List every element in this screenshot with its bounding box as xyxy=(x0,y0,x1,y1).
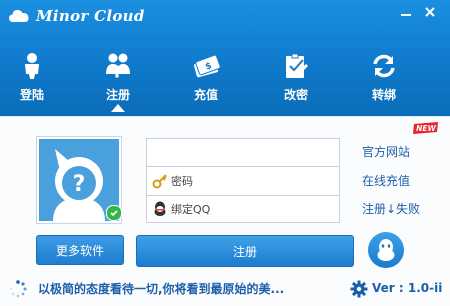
close-icon xyxy=(425,7,435,17)
header: Minor Cloud 登陆 注册 $ 充值 改密 转绑 xyxy=(0,0,450,116)
nav-label: 转绑 xyxy=(371,88,396,102)
register-fail-link[interactable]: 注册↓失败 xyxy=(362,200,420,217)
cloud-logo-icon xyxy=(9,10,29,22)
official-site-link[interactable]: 官方网站 xyxy=(362,143,410,160)
main-nav: 登陆 注册 $ 充值 改密 转绑 xyxy=(0,52,450,108)
qq-penguin-icon xyxy=(151,200,169,218)
nav-item-rebind[interactable]: 转绑 xyxy=(354,52,414,108)
more-software-button[interactable]: 更多软件 xyxy=(36,235,124,265)
qq-login-button[interactable] xyxy=(368,232,404,268)
change-password-icon xyxy=(281,52,311,80)
footer-slogan: 以极简的态度看待一切,你将看到最原始的美... xyxy=(38,282,285,296)
qq-penguin-icon xyxy=(377,239,395,261)
username-field[interactable] xyxy=(146,138,340,167)
nav-item-recharge[interactable]: $ 充值 xyxy=(176,52,236,108)
username-input[interactable] xyxy=(147,145,339,160)
nav-item-login[interactable]: 登陆 xyxy=(2,52,62,108)
password-placeholder: 密码 xyxy=(171,175,193,188)
key-icon xyxy=(151,172,169,190)
version-label: Ver : 1.0-ii xyxy=(372,281,443,295)
online-charge-link[interactable]: 在线充值 xyxy=(362,172,410,189)
minimize-button[interactable] xyxy=(396,4,416,20)
register-button[interactable]: 注册 xyxy=(136,235,354,267)
nav-item-change-password[interactable]: 改密 xyxy=(266,52,326,108)
new-badge: NEW xyxy=(413,122,438,134)
nav-label: 登陆 xyxy=(19,88,44,102)
nav-label: 注册 xyxy=(105,88,130,102)
new-badge-text: NEW xyxy=(416,124,436,133)
app-window: Minor Cloud 登陆 注册 $ 充值 改密 转绑 ? 密码 绑定QQ N… xyxy=(0,0,450,306)
password-field[interactable]: 密码 xyxy=(146,167,340,196)
close-button[interactable] xyxy=(420,4,440,20)
svg-text:?: ? xyxy=(73,172,86,197)
register-users-icon xyxy=(103,52,133,80)
active-tab-caret xyxy=(111,104,125,112)
login-person-icon xyxy=(17,52,47,80)
minimize-icon xyxy=(401,14,411,16)
nav-label: 充值 xyxy=(193,88,218,102)
loading-spinner-icon xyxy=(9,280,27,298)
recharge-money-icon: $ xyxy=(191,52,221,80)
rebind-refresh-icon xyxy=(369,52,399,80)
bind-qq-field[interactable]: 绑定QQ xyxy=(146,196,340,223)
brand: Minor Cloud xyxy=(8,4,145,28)
online-check-icon xyxy=(106,205,122,221)
nav-label: 改密 xyxy=(283,88,308,102)
bind-qq-placeholder: 绑定QQ xyxy=(171,203,211,216)
app-title: Minor Cloud xyxy=(36,7,145,25)
nav-item-register[interactable]: 注册 xyxy=(88,52,148,108)
settings-gear-icon[interactable] xyxy=(350,280,368,298)
